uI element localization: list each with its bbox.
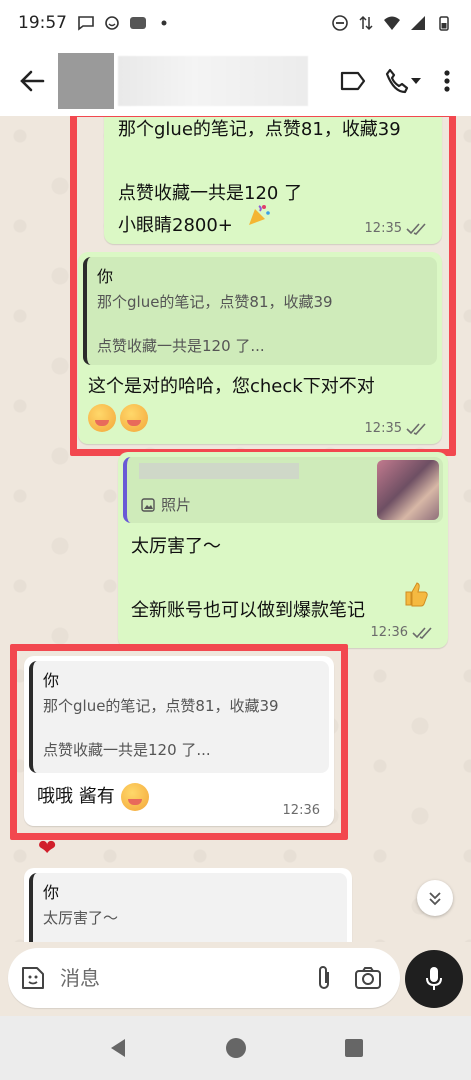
more-vert-icon bbox=[444, 70, 450, 92]
back-arrow-icon bbox=[20, 70, 45, 92]
message-bubble-outgoing[interactable]: 照片 太厉害了～ 全新账号也可以做到爆款笔记 12:36 bbox=[118, 452, 448, 648]
camera-icon[interactable] bbox=[354, 966, 382, 990]
double-check-icon bbox=[412, 626, 432, 639]
quote-line: 那个glue的笔记，点赞81，收藏39 bbox=[97, 293, 333, 311]
dot-icon bbox=[161, 20, 167, 26]
message-meta: 12:36 bbox=[371, 625, 434, 640]
attach-icon[interactable] bbox=[316, 964, 332, 992]
quote-author: 你 bbox=[97, 267, 114, 286]
quote-line: 太厉害了～ bbox=[43, 909, 119, 927]
shy-face-emoji bbox=[88, 404, 116, 432]
quoted-message[interactable]: 你 太厉害了～ bbox=[29, 873, 347, 942]
message-meta: 12:36 bbox=[283, 803, 320, 818]
voice-record-button[interactable] bbox=[405, 950, 463, 1008]
partying-face-emoji bbox=[120, 783, 149, 811]
scroll-down-button[interactable] bbox=[417, 880, 453, 916]
chat-area[interactable]: 那个glue的笔记，点赞81，收藏39 点赞收藏一共是120 了 小眼睛2800… bbox=[0, 116, 471, 942]
message-meta: 12:35 bbox=[365, 421, 428, 436]
system-nav-bar bbox=[0, 1016, 471, 1080]
heart-reaction[interactable]: ❤ bbox=[38, 836, 56, 861]
status-bar: 19:57 bbox=[0, 0, 471, 46]
data-arrows-icon bbox=[359, 15, 373, 31]
phone-icon bbox=[385, 68, 409, 94]
message-icon bbox=[78, 16, 94, 31]
nav-back-icon[interactable] bbox=[107, 1037, 129, 1059]
more-options-button[interactable] bbox=[437, 65, 457, 97]
photo-thumbnail[interactable] bbox=[377, 460, 439, 520]
shy-face-emoji bbox=[120, 404, 148, 432]
sticker-icon[interactable] bbox=[20, 965, 46, 991]
message-text: 哦哦 酱有 bbox=[37, 786, 115, 807]
quote-author bbox=[139, 463, 299, 479]
quote-line: 那个glue的笔记，点赞81，收藏39 bbox=[43, 697, 279, 715]
message-time: 12:35 bbox=[364, 221, 402, 236]
app-badge-icon bbox=[130, 17, 146, 29]
call-button[interactable] bbox=[379, 65, 427, 97]
message-input-container[interactable] bbox=[8, 948, 400, 1008]
message-time: 12:36 bbox=[282, 803, 320, 818]
quoted-photo[interactable]: 照片 bbox=[123, 457, 443, 523]
quote-author: 你 bbox=[43, 883, 60, 902]
quoted-message[interactable]: 你 那个glue的笔记，点赞81，收藏39 点赞收藏一共是120 了... bbox=[83, 257, 437, 365]
contact-name[interactable] bbox=[118, 56, 308, 106]
message-bubble-incoming[interactable]: 你 太厉害了～ bbox=[24, 868, 352, 942]
nav-home-icon[interactable] bbox=[225, 1037, 247, 1059]
message-bubble-outgoing[interactable]: 那个glue的笔记，点赞81，收藏39 点赞收藏一共是120 了 小眼睛2800… bbox=[104, 116, 442, 244]
label-icon bbox=[340, 71, 366, 91]
composer bbox=[0, 942, 471, 1016]
message-text: 这个是对的哈哈，您check下对不对 bbox=[88, 376, 375, 397]
chevron-down-icon bbox=[411, 78, 421, 84]
message-text: 太厉害了～ 全新账号也可以做到爆款笔记 bbox=[131, 536, 365, 621]
mic-icon bbox=[426, 967, 442, 990]
message-time: 12:36 bbox=[370, 625, 408, 640]
signal-icon bbox=[411, 16, 425, 30]
quoted-message[interactable]: 你 那个glue的笔记，点赞81，收藏39 点赞收藏一共是120 了... bbox=[29, 661, 329, 773]
contact-avatar[interactable] bbox=[58, 53, 114, 109]
photo-icon bbox=[141, 497, 155, 512]
dnd-icon bbox=[332, 15, 348, 31]
status-time: 19:57 bbox=[18, 13, 67, 33]
party-popper-icon bbox=[249, 205, 270, 225]
message-bubble-incoming[interactable]: 你 那个glue的笔记，点赞81，收藏39 点赞收藏一共是120 了... 哦哦… bbox=[24, 656, 334, 826]
quote-line: 点赞收藏一共是120 了... bbox=[43, 741, 211, 759]
double-check-icon bbox=[406, 222, 426, 235]
message-input[interactable] bbox=[60, 966, 270, 990]
wifi-icon bbox=[384, 16, 400, 30]
refresh-icon bbox=[105, 16, 119, 30]
quote-line: 点赞收藏一共是120 了... bbox=[97, 337, 265, 355]
back-button[interactable] bbox=[0, 46, 64, 116]
message-time: 12:35 bbox=[364, 421, 402, 436]
scroll-down-icon bbox=[429, 892, 441, 906]
chat-header bbox=[0, 46, 471, 116]
message-bubble-outgoing[interactable]: 你 那个glue的笔记，点赞81，收藏39 点赞收藏一共是120 了... 这个… bbox=[78, 252, 442, 444]
quote-photo-label: 照片 bbox=[161, 496, 192, 514]
nav-recents-icon[interactable] bbox=[343, 1037, 365, 1059]
message-meta: 12:35 bbox=[365, 221, 428, 236]
label-button[interactable] bbox=[337, 65, 369, 97]
double-check-icon bbox=[406, 422, 426, 435]
quote-author: 你 bbox=[43, 671, 60, 690]
battery-icon bbox=[439, 16, 449, 31]
thumbs-up-emoji bbox=[402, 580, 430, 612]
